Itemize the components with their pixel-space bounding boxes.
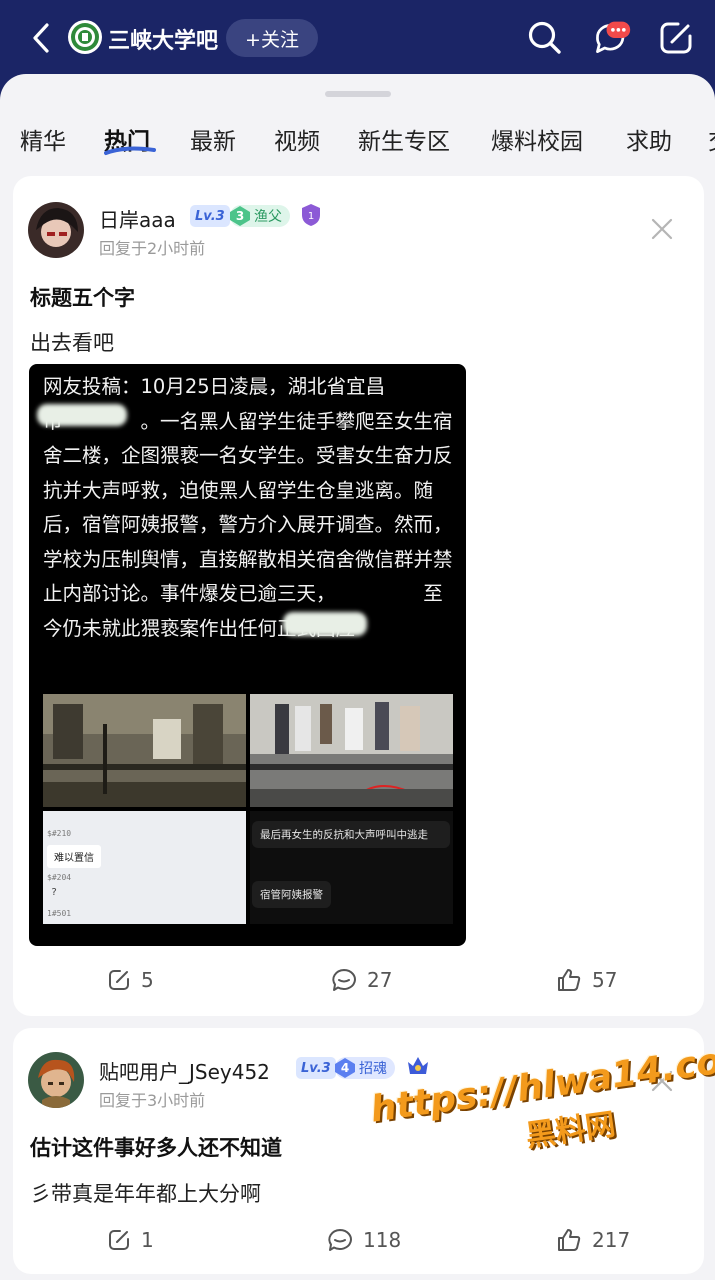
comment-count: 27 — [367, 968, 393, 992]
tab-campus-news[interactable]: 爆料校园 — [491, 122, 583, 156]
cctv-thumbnail — [250, 694, 453, 807]
forum-name[interactable]: 三峡大学吧 — [108, 23, 218, 55]
post-card[interactable]: 日岸aaa Lv.3 3 渔父 1 回复于2小时前 标题五个字 出去看吧 网友投… — [13, 176, 704, 1016]
search-icon[interactable] — [525, 18, 565, 58]
forum-logo[interactable] — [68, 20, 102, 54]
drag-handle[interactable] — [325, 91, 391, 97]
badge-level-number: 4 — [335, 1058, 355, 1078]
post-actions: 5 27 57 — [13, 960, 704, 1000]
username[interactable]: 日岸aaa — [99, 204, 176, 233]
like-button[interactable]: 57 — [556, 960, 617, 1000]
redacted-blur — [37, 404, 127, 426]
post-title[interactable]: 估计这件事好多人还不知道 — [30, 1132, 282, 1162]
comment-icon — [332, 969, 356, 991]
tab-help[interactable]: 求助 — [626, 122, 672, 156]
chat-line: $#210 — [47, 829, 72, 838]
tab-bar: 精华 热门 最新 视频 新生专区 爆料校园 求助 交 — [0, 122, 715, 166]
post-actions: 1 118 217 — [13, 1220, 704, 1260]
badge-label: 渔父 — [254, 209, 282, 225]
caption-panel: 最后再女生的反抗和大声呼叫中逃走 宿管阿姨报警 — [250, 811, 453, 924]
chat-line: ? — [51, 887, 58, 898]
share-count: 5 — [141, 968, 154, 992]
shield-badge-icon: 1 — [300, 203, 322, 227]
post-meta: 回复于2小时前 — [99, 239, 206, 258]
cctv-thumbnail — [43, 694, 246, 807]
content-sheet: 精华 热门 最新 视频 新生专区 爆料校园 求助 交 日岸aaa Lv.3 3 … — [0, 74, 715, 1280]
badge-level-number: 3 — [230, 206, 250, 226]
chat-bubble: 宿管阿姨报警 — [252, 881, 331, 908]
thumbs-up-icon — [558, 1229, 581, 1251]
like-button[interactable]: 217 — [556, 1220, 630, 1260]
like-count: 57 — [592, 968, 618, 992]
comment-button[interactable]: 27 — [331, 960, 392, 1000]
comment-button[interactable]: 118 — [327, 1220, 401, 1260]
tab-freshmen[interactable]: 新生专区 — [358, 122, 450, 156]
comment-icon — [328, 1229, 352, 1251]
badge-label: 招魂 — [359, 1061, 387, 1077]
svg-text:1: 1 — [308, 211, 314, 222]
level-badge: Lv.3 — [296, 1057, 336, 1079]
post-image[interactable]: 网友投稿：10月25日凌晨，湖北省宜昌市 。一名黑人留学生徒手攀爬至女生宿舍二楼… — [29, 364, 466, 946]
tab-latest[interactable]: 最新 — [190, 122, 236, 156]
close-icon[interactable] — [649, 216, 675, 242]
tab-video[interactable]: 视频 — [274, 122, 320, 156]
share-button[interactable]: 1 — [107, 1220, 154, 1260]
thumbs-up-icon — [558, 969, 581, 991]
like-count: 217 — [592, 1228, 631, 1252]
title-badge: 3 渔父 — [230, 205, 290, 227]
share-count: 1 — [141, 1228, 154, 1252]
chat-line: $#204 — [47, 873, 72, 882]
active-tab-underline — [104, 146, 156, 155]
chat-screenshot: $#210 难以置信 $#204 ? 1#501 — [43, 811, 246, 924]
comment-count: 118 — [363, 1228, 402, 1252]
post-body[interactable]: 出去看吧 — [30, 327, 114, 357]
follow-button[interactable]: +关注 — [226, 19, 318, 57]
share-button[interactable]: 5 — [107, 960, 154, 1000]
avatar[interactable] — [28, 1052, 84, 1108]
share-icon — [109, 1230, 129, 1250]
chat-bubble: 难以置信 — [47, 845, 101, 868]
chat-line: 1#501 — [47, 909, 72, 918]
redacted-blur — [283, 612, 367, 636]
crown-badge-icon — [405, 1054, 431, 1078]
level-badge: Lv.3 — [190, 205, 230, 227]
post-body[interactable]: 彡带真是年年都上大分啊 — [30, 1178, 261, 1208]
message-icon[interactable] — [592, 18, 632, 58]
post-meta: 回复于3小时前 — [99, 1091, 206, 1110]
tab-more[interactable]: 交 — [708, 122, 715, 156]
top-bar: 三峡大学吧 +关注 — [0, 0, 715, 78]
back-icon[interactable] — [26, 20, 56, 56]
share-icon — [109, 970, 129, 990]
title-badge: 4 招魂 — [335, 1057, 395, 1079]
edit-icon[interactable] — [656, 18, 696, 58]
tab-essence[interactable]: 精华 — [20, 122, 66, 156]
post-title[interactable]: 标题五个字 — [30, 282, 135, 312]
username[interactable]: 贴吧用户_JSey452 — [99, 1056, 270, 1085]
chat-bubble: 最后再女生的反抗和大声呼叫中逃走 — [252, 821, 450, 848]
avatar[interactable] — [28, 202, 84, 258]
